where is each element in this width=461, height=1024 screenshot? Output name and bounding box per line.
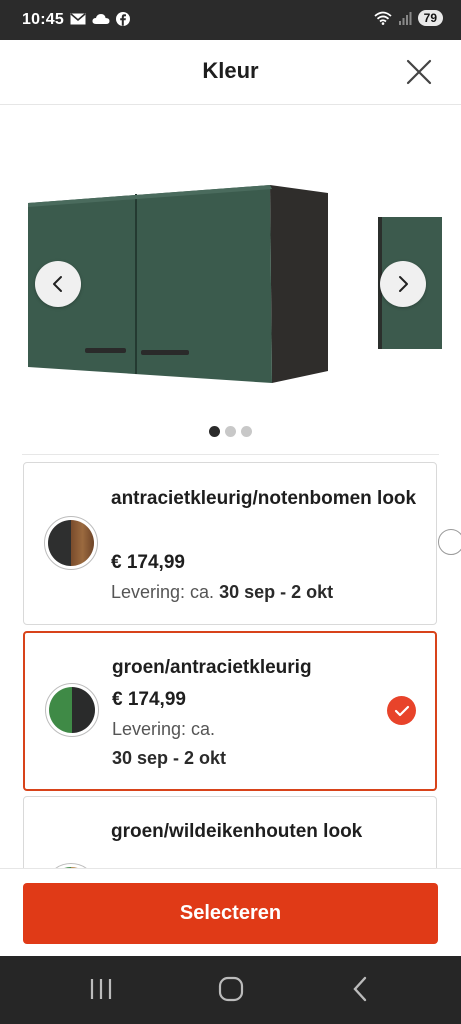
carousel-prev-button[interactable]: [35, 261, 81, 307]
color-swatch: [44, 516, 98, 570]
carousel-pagination: [0, 426, 461, 437]
divider: [22, 454, 439, 455]
color-option-antraciet-noten[interactable]: antracietkleurig/notenbomen look € 174,9…: [23, 462, 437, 625]
chevron-left-icon: [53, 276, 62, 292]
pagination-dot[interactable]: [225, 426, 236, 437]
close-button[interactable]: [405, 58, 433, 86]
recents-button[interactable]: [88, 974, 114, 1009]
notification-icons: [70, 12, 130, 26]
recents-icon: [90, 979, 112, 999]
select-button[interactable]: Selecteren: [23, 883, 438, 944]
chevron-right-icon: [399, 276, 408, 292]
mail-icon: [70, 13, 86, 25]
delivery-dates: 30 sep - 2 okt: [219, 582, 334, 602]
option-price: € 174,99: [111, 552, 185, 573]
status-time: 10:45: [22, 11, 64, 28]
status-bar: 10:45 79: [0, 0, 461, 40]
wifi-icon: [374, 11, 392, 25]
close-icon: [406, 59, 432, 85]
color-option-groen-antraciet[interactable]: groen/antracietkleurig € 174,99 Levering…: [23, 631, 437, 791]
home-button[interactable]: [216, 974, 246, 1009]
cloud-icon: [92, 14, 110, 24]
pagination-dot[interactable]: [209, 426, 220, 437]
signal-icon: [398, 12, 412, 25]
option-name: groen/antracietkleurig: [112, 657, 312, 678]
checkmark-icon: [394, 705, 409, 716]
color-option-groen-wildeiken[interactable]: groen/wildeikenhouten look: [23, 796, 437, 868]
option-radio[interactable]: [438, 529, 461, 555]
selected-check: [387, 696, 416, 725]
option-name: groen/wildeikenhouten look: [111, 821, 363, 842]
footer-bar: Selecteren: [0, 868, 461, 957]
option-name: antracietkleurig/notenbomen look: [111, 488, 417, 509]
page-title: Kleur: [202, 58, 259, 83]
home-icon: [218, 976, 244, 1002]
system-icons: 79: [374, 10, 443, 26]
modal-header: Kleur: [0, 40, 461, 105]
pagination-dot[interactable]: [241, 426, 252, 437]
delivery-label: Levering: ca.: [111, 582, 215, 602]
delivery-dates: 30 sep - 2 okt: [112, 748, 227, 768]
battery-indicator: 79: [417, 10, 443, 26]
carousel-next-button[interactable]: [380, 261, 426, 307]
back-icon: [353, 976, 367, 1002]
color-swatch: [45, 683, 99, 737]
system-navigation-bar: [0, 956, 461, 1024]
option-delivery: Levering: ca. 30 sep - 2 okt: [111, 578, 333, 607]
option-delivery-label: Levering: ca.: [112, 719, 216, 739]
color-options-list[interactable]: antracietkleurig/notenbomen look € 174,9…: [0, 462, 461, 868]
image-carousel[interactable]: [0, 105, 461, 455]
back-button[interactable]: [348, 974, 372, 1009]
option-price: € 174,99: [112, 689, 186, 710]
option-delivery-dates: 30 sep - 2 okt: [112, 744, 226, 773]
facebook-icon: [116, 12, 130, 26]
